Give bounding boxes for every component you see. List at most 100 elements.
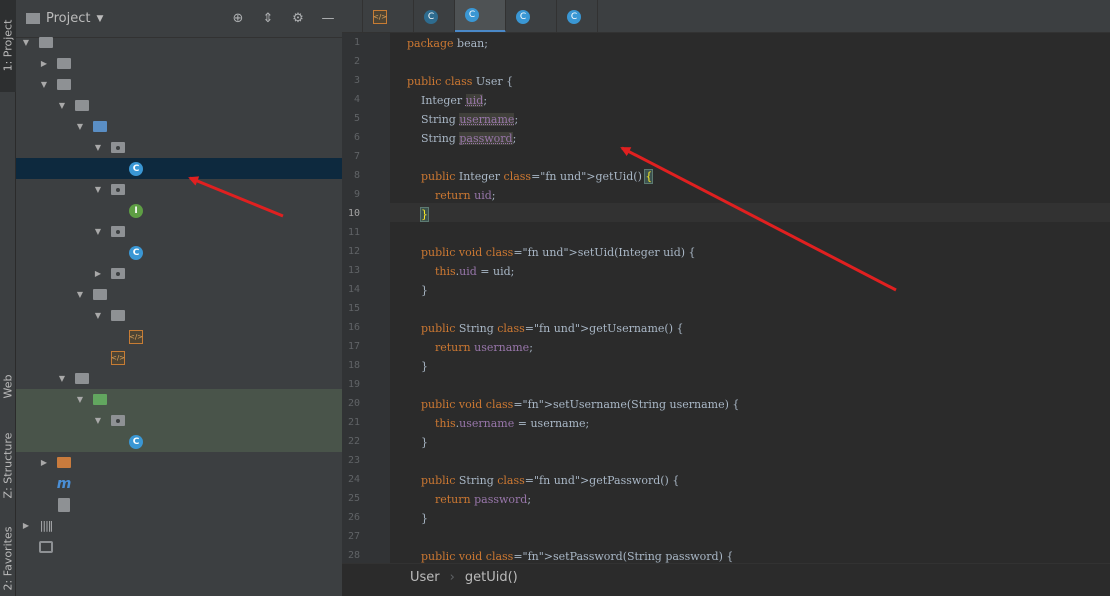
editor-tab[interactable]: C (557, 0, 598, 32)
collapse-icon[interactable]: ⇕ (260, 10, 276, 26)
gear-icon[interactable]: ⚙ (290, 10, 306, 26)
tree-node[interactable]: ▼ (16, 221, 342, 242)
iml-file-icon (58, 497, 70, 512)
line-number: 9 (353, 189, 360, 200)
expand-right-icon[interactable]: ▶ (38, 458, 50, 467)
line-number: 27 (347, 531, 360, 542)
tree-node-icon: </> (128, 329, 144, 345)
tree-node-icon (56, 455, 72, 471)
code-line: return uid; (434, 189, 496, 202)
code-line: } (407, 360, 428, 373)
favorites-tool-button[interactable]: 2: Favorites (0, 520, 16, 596)
target-icon[interactable]: ⊕ (230, 10, 246, 26)
tree-node[interactable] (16, 536, 342, 557)
editor-tab[interactable] (342, 0, 363, 32)
tree-node[interactable]: ▼ (16, 137, 342, 158)
web-tool-button[interactable]: Web (0, 362, 16, 410)
tree-node-icon: C (128, 434, 144, 450)
breadcrumb-method[interactable]: getUid() (465, 570, 518, 585)
code-line: String username; (407, 113, 519, 126)
editor-tab[interactable]: C (506, 0, 557, 32)
tree-node-icon: m (56, 476, 72, 492)
project-tool-button[interactable]: 1: Project (0, 2, 16, 88)
tree-node[interactable]: ▼ (16, 305, 342, 326)
tree-node[interactable]: C (16, 431, 342, 452)
editor-tab[interactable]: C (414, 0, 455, 32)
tree-node[interactable]: ▼ (16, 179, 342, 200)
code-editor[interactable]: package bean; public class User { Integer… (390, 33, 1110, 563)
expand-down-icon[interactable]: ▼ (56, 374, 68, 383)
class-icon: C (516, 9, 530, 24)
xml-file-icon: </> (373, 9, 387, 24)
tree-node[interactable]: I (16, 200, 342, 221)
editor-tab[interactable]: </> (363, 0, 414, 32)
tree-node-icon (38, 539, 54, 555)
class-icon: C (465, 8, 479, 22)
line-number: 15 (347, 303, 360, 314)
tree-node[interactable]: ▼ (16, 32, 342, 53)
tree-node[interactable]: C (16, 158, 342, 179)
class-icon: C (424, 9, 438, 24)
editor-tabs: </> C C C C (342, 0, 1110, 33)
tree-node[interactable]: ▼ (16, 116, 342, 137)
folder-icon (75, 373, 89, 384)
tree-node-icon (110, 266, 126, 282)
expand-down-icon[interactable]: ▼ (92, 143, 104, 152)
tree-node-icon: C (128, 161, 144, 177)
expand-down-icon[interactable]: ▼ (92, 416, 104, 425)
code-line: Integer uid; (407, 94, 488, 107)
expand-down-icon[interactable]: ▼ (20, 38, 32, 47)
tree-node[interactable]: m (16, 473, 342, 494)
project-view-selector[interactable]: Project ▼ (26, 11, 103, 26)
expand-right-icon[interactable]: ▶ (92, 269, 104, 278)
tree-node-icon (110, 224, 126, 240)
tree-node[interactable]: ▼ (16, 74, 342, 95)
tree-node[interactable]: </> (16, 326, 342, 347)
code-line: } (407, 512, 428, 525)
xml-file-icon: </> (129, 329, 143, 344)
tree-node[interactable]: ▼ (16, 284, 342, 305)
editor-tab[interactable]: C (455, 0, 506, 32)
line-number: 23 (347, 455, 360, 466)
structure-tool-button[interactable]: Z: Structure (0, 420, 16, 510)
package-icon (111, 142, 125, 153)
line-number: 6 (353, 132, 360, 143)
expand-down-icon[interactable]: ▼ (38, 80, 50, 89)
expand-down-icon[interactable]: ▼ (74, 290, 86, 299)
line-number: 1 (353, 37, 360, 48)
tree-node-icon (56, 497, 72, 513)
code-line: this.username = username; (434, 417, 590, 430)
tree-node[interactable]: ▶ (16, 263, 342, 284)
tree-node-icon (74, 98, 90, 114)
tree-node[interactable]: ▼ (16, 95, 342, 116)
line-number: 24 (347, 474, 360, 485)
code-line: public class User { (407, 75, 514, 88)
tree-node[interactable]: C (16, 242, 342, 263)
code-line: public void class="fn">setUsername(Strin… (421, 398, 740, 411)
expand-down-icon[interactable]: ▼ (92, 311, 104, 320)
minimize-icon[interactable]: — (320, 10, 336, 26)
tree-node[interactable]: </> (16, 347, 342, 368)
tree-node[interactable]: ▶ (16, 53, 342, 74)
expand-down-icon[interactable]: ▼ (56, 101, 68, 110)
expand-right-icon[interactable]: ▶ (38, 59, 50, 68)
code-line: public Integer class="fn und">getUid() { (421, 169, 654, 184)
expand-right-icon[interactable]: ▶ (20, 521, 32, 530)
tree-node[interactable]: ▶ |||‖ (16, 515, 342, 536)
scratches-icon (39, 540, 53, 553)
ide-window: 1: Project Web Z: Structure 2: Favorites… (0, 0, 1110, 596)
line-number: 13 (347, 265, 360, 276)
tree-node[interactable]: ▼ (16, 410, 342, 431)
tree-node[interactable]: ▶ (16, 452, 342, 473)
tree-node[interactable]: ▼ (16, 389, 342, 410)
expand-down-icon[interactable]: ▼ (74, 122, 86, 131)
expand-down-icon[interactable]: ▼ (92, 185, 104, 194)
expand-down-icon[interactable]: ▼ (74, 395, 86, 404)
expand-down-icon[interactable]: ▼ (92, 227, 104, 236)
project-tool-label: 1: Project (1, 19, 15, 71)
tree-node[interactable] (16, 494, 342, 515)
folder-icon (111, 310, 125, 321)
project-tree: ▼ ▶ ▼ ▼ ▼ ▼ C ▼ I ▼ C ▶ ▼ ▼ </> </> ▼ ▼ ▼ C ▶ m ▶ |||‖ (16, 32, 342, 557)
breadcrumb-class[interactable]: User (410, 570, 440, 585)
tree-node[interactable]: ▼ (16, 368, 342, 389)
